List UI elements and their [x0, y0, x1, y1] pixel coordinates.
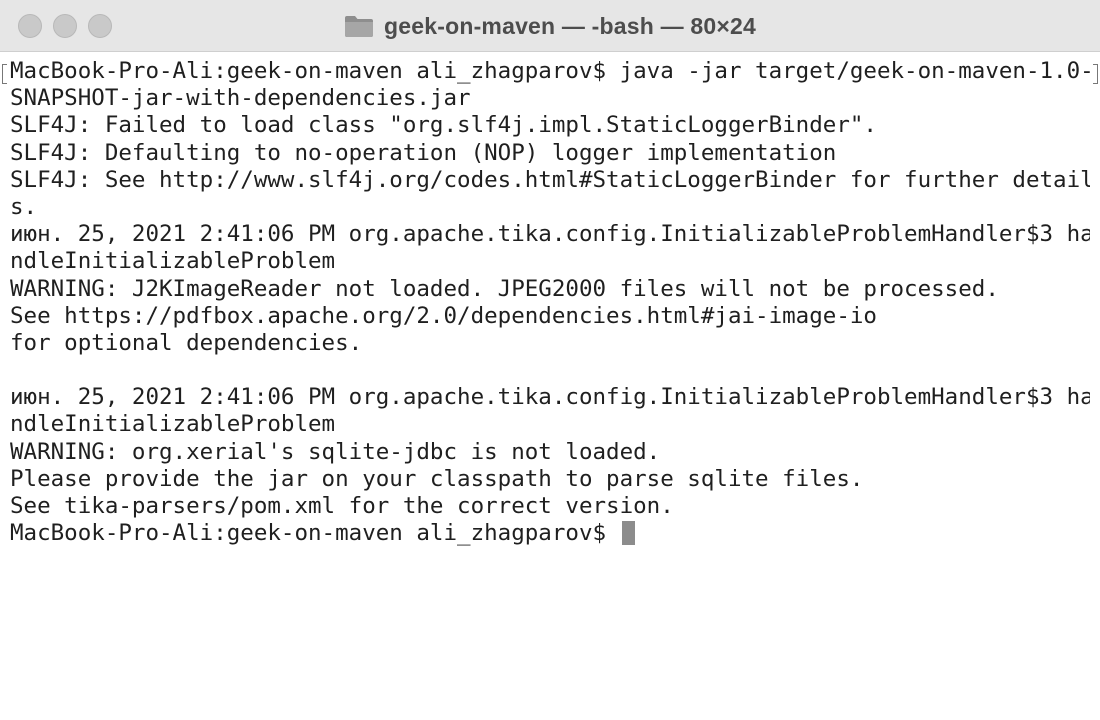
terminal-line: июн. 25, 2021 2:41:06 PM org.apache.tika… — [10, 384, 1090, 411]
text-cursor — [621, 521, 635, 546]
terminal-line: See tika-parsers/pom.xml for the correct… — [10, 493, 674, 519]
terminal-line: WARNING: J2KImageReader not loaded. JPEG… — [10, 275, 999, 302]
window-title-group: geek-on-maven — -bash — 80×24 — [0, 0, 1100, 52]
title-bar[interactable]: geek-on-maven — -bash — 80×24 — [0, 0, 1100, 52]
terminal-window: geek-on-maven — -bash — 80×24 MacBook-Pr… — [0, 0, 1100, 720]
window-title: geek-on-maven — -bash — 80×24 — [383, 12, 756, 39]
terminal-line: SLF4J: Defaulting to no-operation (NOP) … — [10, 139, 837, 166]
terminal-line: SLF4J: Failed to load class "org.slf4j.i… — [10, 112, 877, 139]
terminal-output[interactable]: MacBook-Pro-Ali:geek-on-maven ali_zhagpa… — [0, 58, 1100, 720]
folder-icon — [344, 14, 374, 38]
shell-prompt: MacBook-Pro-Ali:geek-on-maven ali_zhagpa… — [10, 520, 620, 547]
terminal-line: SLF4J: See http://www.slf4j.org/codes.ht… — [10, 166, 1090, 193]
terminal-line: ndleInitializableProblem — [10, 411, 336, 438]
terminal-line: MacBook-Pro-Ali:geek-on-maven ali_zhagpa… — [10, 58, 1090, 84]
terminal-line: Please provide the jar on your classpath… — [10, 465, 864, 492]
terminal-line: SNAPSHOT-jar-with-dependencies.jar — [10, 85, 471, 112]
terminal-line: for optional dependencies. — [10, 329, 363, 356]
terminal-line: s. — [10, 193, 38, 220]
terminal-line: See https://pdfbox.apache.org/2.0/depend… — [10, 302, 877, 329]
terminal-line: WARNING: org.xerial's sqlite-jdbc is not… — [10, 438, 661, 465]
terminal-line: июн. 25, 2021 2:41:06 PM org.apache.tika… — [10, 221, 1090, 248]
prompt-line[interactable]: MacBook-Pro-Ali:geek-on-maven ali_zhagpa… — [10, 520, 1090, 547]
terminal-line: ndleInitializableProblem — [10, 248, 336, 275]
